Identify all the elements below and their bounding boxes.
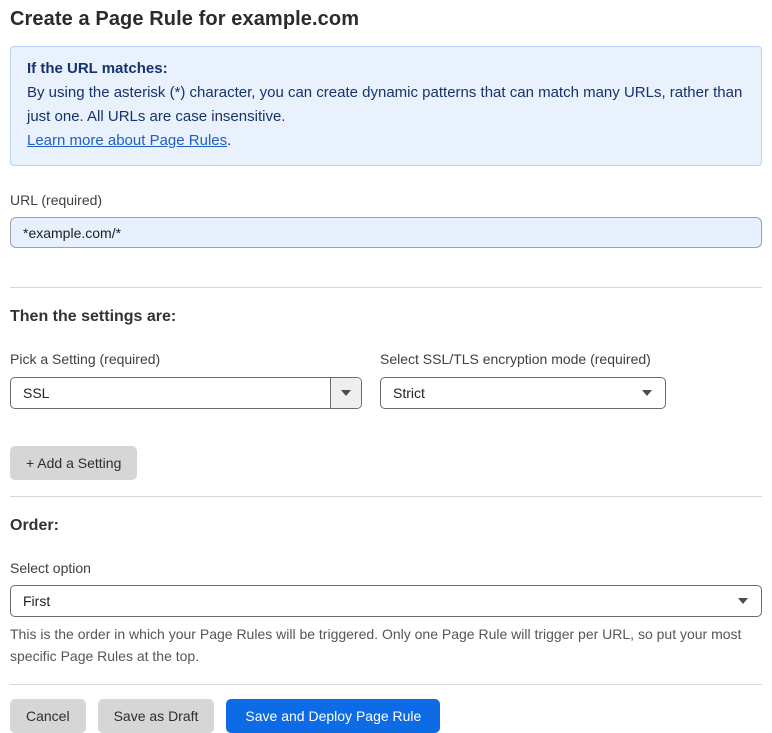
info-box-body: By using the asterisk (*) character, you… [27,84,743,125]
link-period: . [227,132,232,149]
save-and-deploy-button[interactable]: Save and Deploy Page Rule [226,699,441,733]
order-select-label: Select option [10,560,91,576]
setting-picker-label: Pick a Setting (required) [10,351,161,367]
info-box-heading: If the URL matches: [27,60,168,77]
cancel-button[interactable]: Cancel [10,699,86,733]
footer-actions: Cancel Save as Draft Save and Deploy Pag… [10,699,762,733]
order-dropdown[interactable]: First [10,585,762,617]
add-setting-button[interactable]: + Add a Setting [10,446,138,480]
order-value: First [23,593,51,609]
ssl-mode-picker-group: Select SSL/TLS encryption mode (required… [380,350,666,409]
page-title: Create a Page Rule for example.com [10,8,360,30]
save-as-draft-button[interactable]: Save as Draft [97,699,215,733]
divider [10,684,762,685]
setting-picker-dropdown[interactable]: SSL [10,377,362,409]
ssl-mode-dropdown[interactable]: Strict [380,377,666,409]
ssl-mode-picker-label: Select SSL/TLS encryption mode (required… [380,351,651,367]
url-input[interactable] [10,217,762,248]
ssl-mode-value: Strict [393,385,425,401]
order-section-heading: Order: [10,517,59,534]
settings-section-heading: Then the settings are: [10,308,177,325]
chevron-down-icon [738,598,748,604]
url-field-label: URL (required) [10,192,103,208]
learn-more-link[interactable]: Learn more about Page Rules [27,132,227,149]
order-help-text: This is the order in which your Page Rul… [10,626,742,664]
settings-row: Pick a Setting (required) SSL Select SSL… [10,350,762,409]
info-box-link-line: Learn more about Page Rules. [27,129,745,153]
setting-picker-value: SSL [23,385,50,401]
page-rule-form: Create a Page Rule for example.com If th… [0,0,772,733]
chevron-down-icon [341,390,351,396]
chevron-down-icon [642,390,652,396]
url-match-info-box: If the URL matches: By using the asteris… [10,46,762,166]
setting-picker-group: Pick a Setting (required) SSL [10,350,362,409]
dropdown-caret-segment[interactable] [330,378,361,408]
